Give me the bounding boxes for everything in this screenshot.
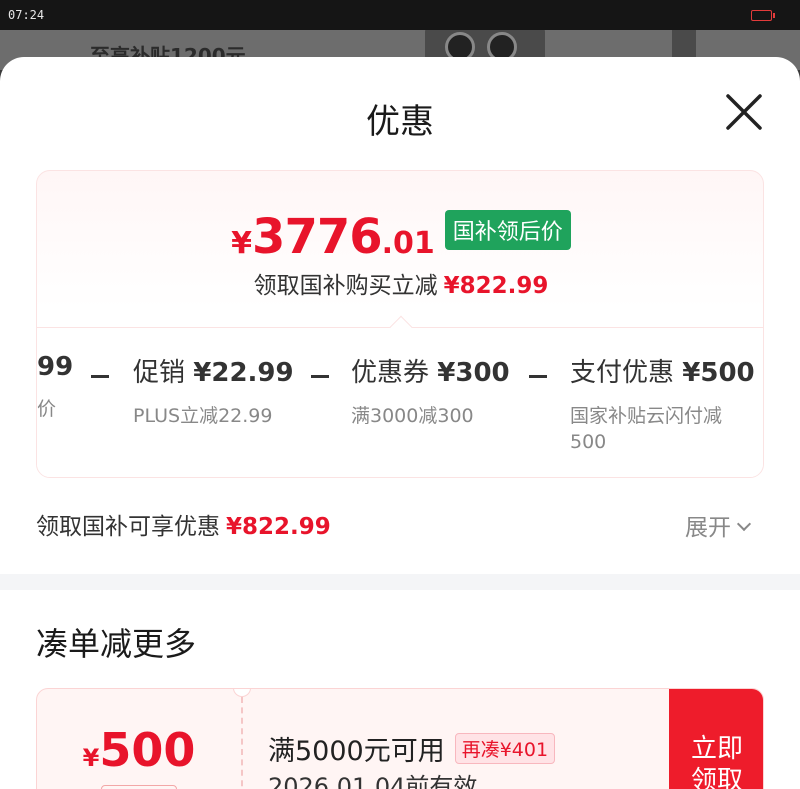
price-integer: 3776 xyxy=(252,209,383,265)
breakdown-amount: ¥22.99 xyxy=(193,358,294,388)
minus-sign xyxy=(311,375,329,378)
save-amount: ¥822.99 xyxy=(443,273,549,299)
coupon-separator xyxy=(241,697,243,789)
price-currency: ¥ xyxy=(231,226,253,261)
more-section-title: 凑单减更多 xyxy=(36,625,197,663)
breakdown-item-payment: 支付优惠 ¥500 国家补贴云闪付减500 xyxy=(570,352,755,455)
breakdown-sub: 国家补贴云闪付减500 xyxy=(570,405,723,453)
minus-sign xyxy=(529,375,547,378)
status-bar: 07:24 xyxy=(0,0,800,30)
minus-sign xyxy=(91,375,109,378)
price-decimal: .01 xyxy=(381,226,435,261)
section-divider xyxy=(0,574,800,590)
topup-badge: 再凑¥401 xyxy=(454,733,556,764)
breakdown-sub: 价 xyxy=(37,398,57,420)
final-price: ¥3776.01 国补领后价 xyxy=(37,209,763,265)
coupon-currency: ¥ xyxy=(82,744,100,772)
breakdown-label: 促销 xyxy=(133,358,186,388)
can-enjoy-label: 领取国补可享优惠 xyxy=(36,514,220,540)
battery-icon xyxy=(751,10,775,21)
breakdown-label: 优惠券 xyxy=(351,358,430,388)
can-enjoy-line: 领取国补可享优惠 ¥822.99 xyxy=(36,507,331,541)
breakdown-label: 99 xyxy=(37,352,74,382)
coupon-value-area: ¥500 xyxy=(37,689,241,789)
coupon-amount: ¥500 xyxy=(37,723,241,777)
breakdown-item-promotion: 促销 ¥22.99 PLUS立减22.99 xyxy=(133,352,294,429)
breakdown-amount: ¥500 xyxy=(682,358,755,388)
claim-label-line2: 领取 xyxy=(690,766,743,789)
save-line: 领取国补购买立减 ¥822.99 xyxy=(37,266,763,300)
breakdown-item-coupon: 优惠券 ¥300 满3000减300 xyxy=(351,352,510,429)
expand-button[interactable]: 展开 xyxy=(685,508,752,542)
claim-coupon-button[interactable]: 立即 领取 xyxy=(669,689,763,789)
chevron-down-icon xyxy=(736,516,752,532)
save-label: 领取国补购买立减 xyxy=(253,273,438,299)
coupon-condition: 满5000元可用 再凑¥401 xyxy=(268,729,556,768)
expand-label: 展开 xyxy=(685,515,731,541)
close-button[interactable] xyxy=(722,90,766,134)
breakdown-sub: PLUS立减22.99 xyxy=(133,405,273,427)
breakdown-label: 支付优惠 xyxy=(570,358,675,388)
close-icon xyxy=(726,94,762,130)
discount-breakdown[interactable]: 99 价 促销 ¥22.99 PLUS立减22.99 优惠券 ¥300 满300… xyxy=(37,315,763,477)
subsidy-price-badge: 国补领后价 xyxy=(444,210,571,250)
breakdown-sub: 满3000减300 xyxy=(351,405,474,427)
coupon-condition-text: 满5000元可用 xyxy=(268,736,445,767)
coupon-expiry: 2026.01.04前有效 xyxy=(268,773,478,789)
coupon-type-tag xyxy=(101,785,177,789)
price-card: ¥3776.01 国补领后价 领取国补购买立减 ¥822.99 99 价 促销 ¥2… xyxy=(36,170,764,478)
status-time: 07:24 xyxy=(8,8,45,22)
breakdown-amount: ¥300 xyxy=(437,358,510,388)
coupon-card: ¥500 满5000元可用 再凑¥401 2026.01.04前有效 立即 领取 xyxy=(36,688,764,789)
breakdown-item-base: 99 价 xyxy=(37,352,73,422)
can-enjoy-amount: ¥822.99 xyxy=(226,514,331,540)
discount-sheet: 优惠 ¥3776.01 国补领后价 领取国补购买立减 ¥822.99 99 价 促销… xyxy=(0,57,800,789)
claim-label-line1: 立即 xyxy=(690,734,743,764)
sheet-title: 优惠 xyxy=(366,102,434,142)
pointer-notch xyxy=(389,315,413,339)
coupon-value: 500 xyxy=(99,723,196,777)
